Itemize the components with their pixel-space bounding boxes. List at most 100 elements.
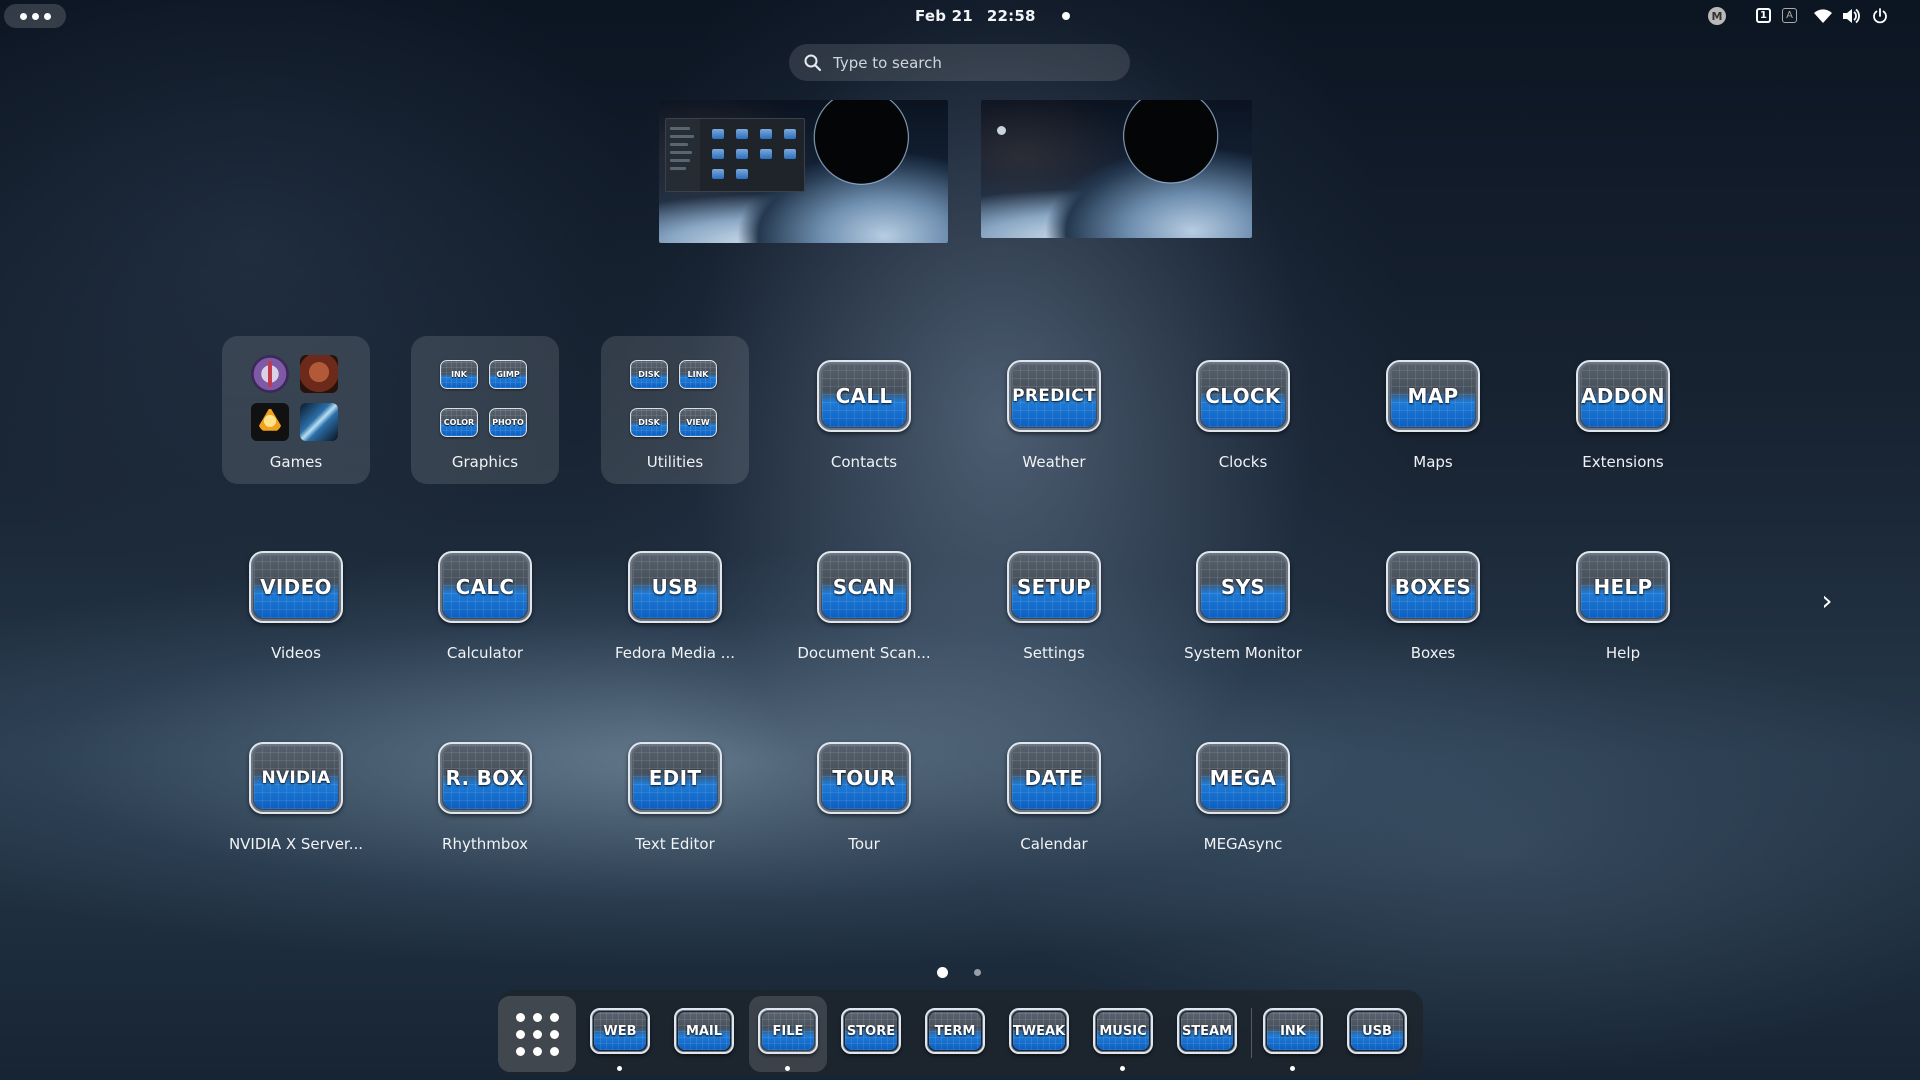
link-icon: LINK bbox=[679, 360, 717, 389]
help-icon: HELP bbox=[1576, 551, 1670, 623]
dash-item-label: TERM bbox=[934, 1023, 976, 1039]
dash-item-term[interactable]: TERM bbox=[916, 996, 994, 1072]
mail-icon: MAIL bbox=[674, 1008, 734, 1054]
dash-item-mail[interactable]: MAIL bbox=[665, 996, 743, 1072]
dash-item-label: MUSIC bbox=[1099, 1023, 1147, 1039]
game-icon bbox=[300, 355, 338, 393]
power-icon[interactable] bbox=[1871, 7, 1889, 25]
app-label: Games bbox=[269, 453, 323, 471]
folder-games[interactable]: Games bbox=[222, 336, 370, 484]
map-icon: MAP bbox=[1386, 360, 1480, 432]
app-extensions[interactable]: ADDON Extensions bbox=[1549, 336, 1697, 484]
app-settings[interactable]: SETUP Settings bbox=[980, 527, 1128, 675]
dash-item-store[interactable]: STORE bbox=[832, 996, 910, 1072]
app-megasync[interactable]: MEGA MEGAsync bbox=[1169, 718, 1317, 866]
app-label: Maps bbox=[1413, 453, 1453, 471]
app-label: Utilities bbox=[646, 453, 704, 471]
window-preview bbox=[665, 118, 805, 192]
boxes-icon: BOXES bbox=[1386, 551, 1480, 623]
usb-icon: USB bbox=[1347, 1008, 1407, 1054]
app-nvidia-settings[interactable]: NVIDIA NVIDIA X Server... bbox=[222, 718, 370, 866]
term-icon: TERM bbox=[925, 1008, 985, 1054]
system-tray[interactable]: M 1 A bbox=[1700, 0, 1920, 32]
game-icon bbox=[300, 403, 338, 441]
search-bar[interactable] bbox=[789, 44, 1130, 81]
app-calendar[interactable]: DATE Calendar bbox=[980, 718, 1128, 866]
game-icon bbox=[251, 403, 289, 441]
app-text-editor[interactable]: EDIT Text Editor bbox=[601, 718, 749, 866]
dash-item-web[interactable]: WEB bbox=[581, 996, 659, 1072]
app-label: Fedora Media ... bbox=[615, 644, 735, 662]
app-calculator[interactable]: CALC Calculator bbox=[411, 527, 559, 675]
search-input[interactable] bbox=[833, 53, 1130, 72]
wifi-icon[interactable] bbox=[1813, 7, 1833, 25]
scan-icon: SCAN bbox=[817, 551, 911, 623]
volume-icon[interactable] bbox=[1841, 7, 1861, 25]
app-label: Help bbox=[1605, 644, 1641, 662]
music-icon: MUSIC bbox=[1093, 1008, 1153, 1054]
workspace-thumbnail-2[interactable] bbox=[981, 100, 1252, 238]
date-label: Feb 21 bbox=[915, 7, 973, 25]
dash-item-file[interactable]: FILE bbox=[749, 996, 827, 1072]
workspace-indicator-icon[interactable]: 1 bbox=[1756, 8, 1771, 23]
app-label: Tour bbox=[848, 835, 880, 853]
app-maps[interactable]: MAP Maps bbox=[1359, 336, 1507, 484]
running-indicator-dot bbox=[1290, 1066, 1295, 1071]
app-tour[interactable]: TOUR Tour bbox=[790, 718, 938, 866]
app-label: Clocks bbox=[1218, 453, 1268, 471]
app-label: System Monitor bbox=[1184, 644, 1302, 662]
dash: WEB MAIL FILE STORE TERM TWEAK MUSIC STEAM INK US… bbox=[498, 990, 1423, 1076]
game-icon bbox=[251, 355, 289, 393]
dash-item-label: TWEAK bbox=[1012, 1023, 1066, 1039]
date-time-menu[interactable]: Feb 21 22:58 bbox=[915, 6, 1070, 26]
weather-icon: PREDICT bbox=[1007, 360, 1101, 432]
disk-icon: DISK bbox=[630, 408, 668, 437]
app-grid-icon bbox=[498, 996, 576, 1072]
running-indicator-dot bbox=[617, 1066, 622, 1071]
app-weather[interactable]: PREDICT Weather bbox=[980, 336, 1128, 484]
app-label: Extensions bbox=[1582, 453, 1664, 471]
mega-icon[interactable]: M bbox=[1708, 7, 1726, 25]
app-label: Contacts bbox=[830, 453, 898, 471]
app-label: Settings bbox=[1023, 644, 1085, 662]
setup-icon: SETUP bbox=[1007, 551, 1101, 623]
folder-utilities[interactable]: DISK LINK DISK VIEW Utilities bbox=[601, 336, 749, 484]
activities-button[interactable] bbox=[4, 4, 66, 28]
web-icon: WEB bbox=[590, 1008, 650, 1054]
rhythmbox-icon: R. BOX bbox=[438, 742, 532, 814]
next-page-arrow-icon[interactable]: › bbox=[1816, 586, 1838, 616]
photo-icon: PHOTO bbox=[489, 408, 527, 437]
app-rhythmbox[interactable]: R. BOX Rhythmbox bbox=[411, 718, 559, 866]
keyboard-layout-icon[interactable]: A bbox=[1782, 8, 1797, 23]
app-boxes[interactable]: BOXES Boxes bbox=[1359, 527, 1507, 675]
workspace-thumbnail-1[interactable] bbox=[659, 100, 948, 243]
app-contacts[interactable]: CALL Contacts bbox=[790, 336, 938, 484]
ink-icon: INK bbox=[1263, 1008, 1323, 1054]
page-indicator-1[interactable] bbox=[937, 967, 948, 978]
dash-item-label: STEAM bbox=[1181, 1023, 1233, 1039]
dash-item-tweak[interactable]: TWEAK bbox=[1000, 996, 1078, 1072]
app-fedora-media-writer[interactable]: USB Fedora Media ... bbox=[601, 527, 749, 675]
page-indicator-2[interactable] bbox=[974, 969, 981, 976]
folder-graphics[interactable]: INK GIMP COLOR PHOTO Graphics bbox=[411, 336, 559, 484]
dash-item-usb[interactable]: USB bbox=[1338, 996, 1416, 1072]
app-help[interactable]: HELP Help bbox=[1549, 527, 1697, 675]
app-label: Boxes bbox=[1410, 644, 1456, 662]
activities-dot bbox=[43, 12, 51, 20]
tour-icon: TOUR bbox=[817, 742, 911, 814]
app-label: NVIDIA X Server... bbox=[228, 835, 364, 853]
dash-item-label: STORE bbox=[846, 1023, 896, 1039]
app-system-monitor[interactable]: SYS System Monitor bbox=[1169, 527, 1317, 675]
dash-item-music[interactable]: MUSIC bbox=[1084, 996, 1162, 1072]
dash-item-ink[interactable]: INK bbox=[1254, 996, 1332, 1072]
time-label: 22:58 bbox=[986, 7, 1036, 25]
dash-item-label: MAIL bbox=[685, 1023, 723, 1039]
app-videos[interactable]: VIDEO Videos bbox=[222, 527, 370, 675]
dash-item-label: INK bbox=[1280, 1023, 1306, 1039]
app-document-scanner[interactable]: SCAN Document Scan... bbox=[790, 527, 938, 675]
steam-icon: STEAM bbox=[1177, 1008, 1237, 1054]
app-clocks[interactable]: CLOCK Clocks bbox=[1169, 336, 1317, 484]
show-apps-button[interactable] bbox=[498, 996, 576, 1072]
app-label: MEGAsync bbox=[1203, 835, 1283, 853]
dash-item-steam[interactable]: STEAM bbox=[1168, 996, 1246, 1072]
